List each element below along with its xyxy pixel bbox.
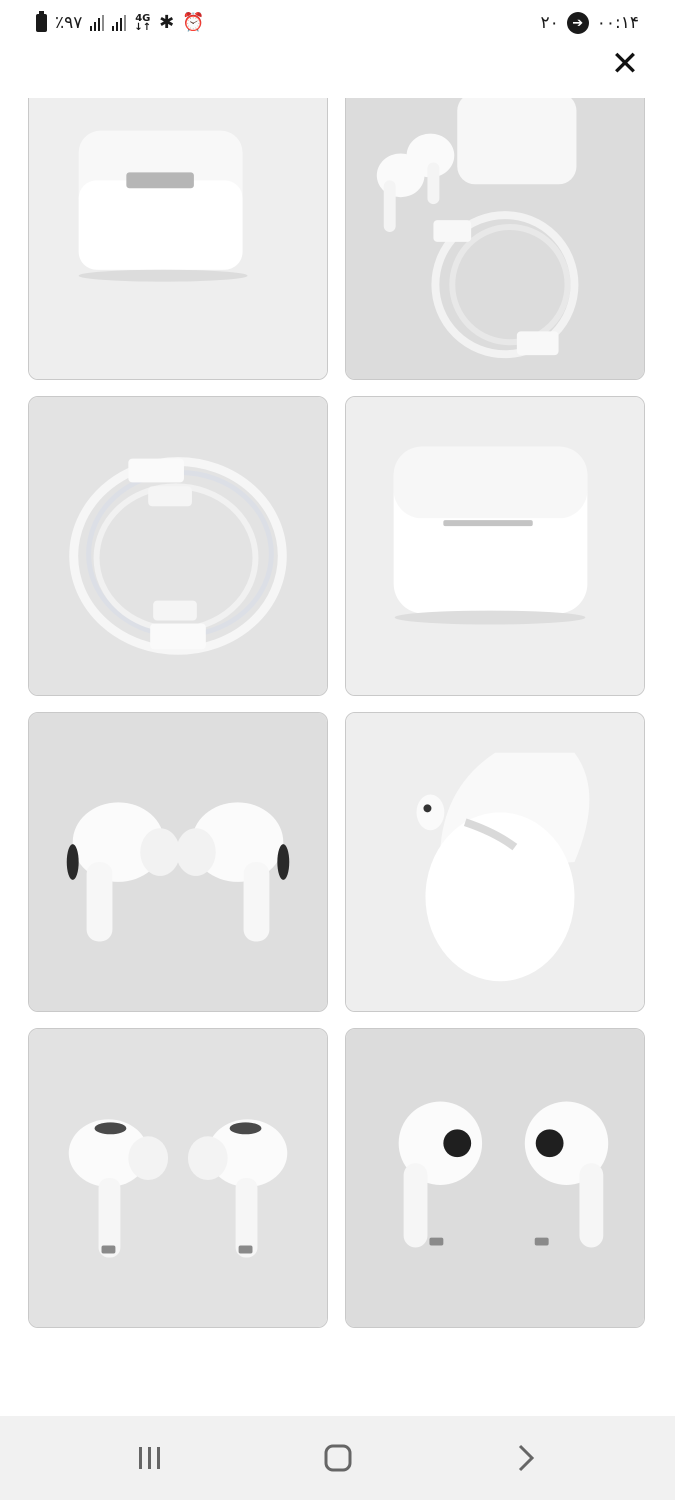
home-icon — [324, 1444, 352, 1472]
gallery-image-1[interactable] — [28, 98, 328, 380]
close-button[interactable]: ✕ — [605, 44, 645, 84]
battery-level: ٪۹۷ — [55, 12, 83, 33]
close-icon: ✕ — [610, 44, 640, 84]
gallery-image-3[interactable] — [28, 396, 328, 696]
clock: ۰۰:۱۴ — [596, 13, 639, 33]
battery-icon — [36, 10, 47, 32]
status-right: ۲۰ ➔ ۰۰:۱۴ — [540, 12, 639, 34]
navigation-bar — [0, 1416, 675, 1500]
gallery-image-8[interactable] — [345, 1028, 645, 1328]
recent-apps-icon — [139, 1447, 160, 1469]
status-left: ٪۹۷ 4G ↓↑ ✱ ⏰ — [36, 10, 205, 33]
gallery-image-5[interactable] — [28, 712, 328, 1012]
bluetooth-icon: ✱ — [159, 12, 175, 33]
gallery-image-4[interactable] — [345, 396, 645, 696]
status-bar: ٪۹۷ 4G ↓↑ ✱ ⏰ ۲۰ ➔ ۰۰:۱۴ — [0, 0, 675, 48]
image-gallery[interactable] — [0, 98, 675, 1416]
gallery-image-6[interactable] — [345, 712, 645, 1012]
alarm-icon: ⏰ — [182, 12, 205, 33]
message-icon: ➔ — [566, 12, 589, 34]
gallery-image-2[interactable] — [345, 98, 645, 380]
back-button[interactable] — [496, 1438, 556, 1478]
home-button[interactable] — [308, 1438, 368, 1478]
back-icon — [518, 1444, 535, 1472]
gallery-image-7[interactable] — [28, 1028, 328, 1328]
notification-count: ۲۰ — [540, 13, 559, 33]
signal-icon — [90, 14, 105, 31]
signal-icon-2 — [112, 14, 127, 31]
network-type: 4G ↓↑ — [134, 12, 152, 33]
recent-apps-button[interactable] — [120, 1438, 180, 1478]
